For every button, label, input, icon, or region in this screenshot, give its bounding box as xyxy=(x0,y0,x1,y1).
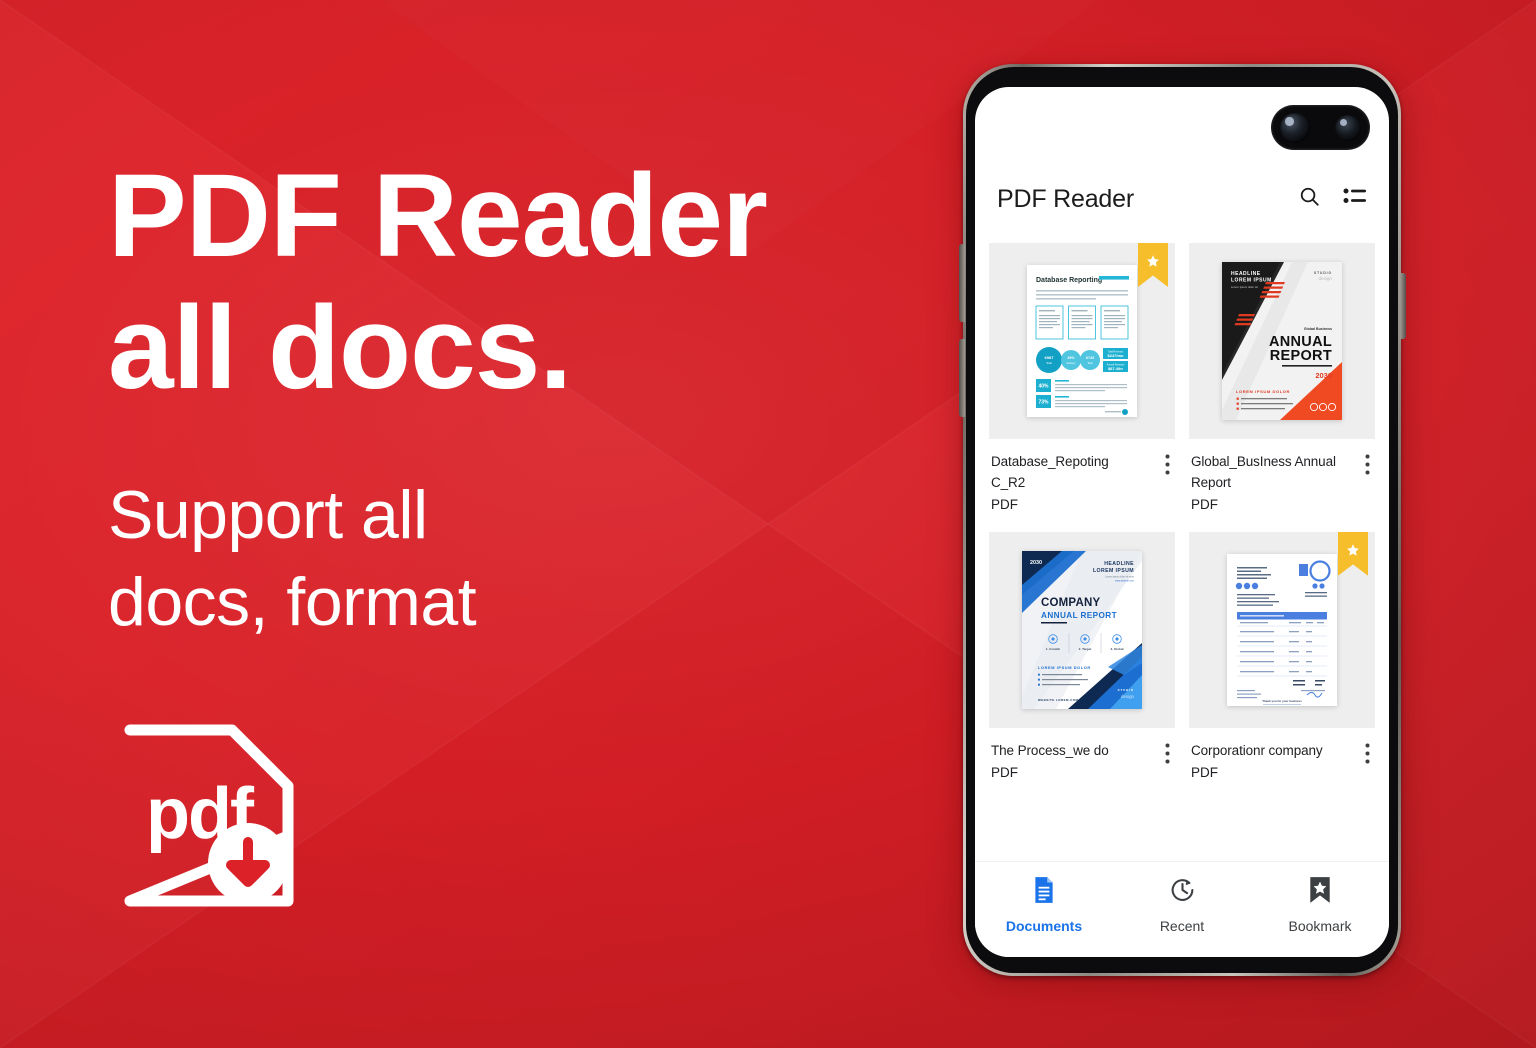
svg-text:LOREM IPSUM: LOREM IPSUM xyxy=(1093,568,1134,574)
dual-camera-punch-hole-icon xyxy=(1271,105,1370,150)
kebab-menu-icon[interactable] xyxy=(1162,452,1173,482)
svg-text:$87.4/hr: $87.4/hr xyxy=(1108,366,1124,371)
document-card[interactable]: HEADLINE LOREM IPSUM Lorem ipsum dolor s… xyxy=(1189,243,1375,516)
svg-text:6743: 6743 xyxy=(1086,356,1094,360)
page-title: PDF Reader all docs. xyxy=(108,150,768,415)
document-card[interactable]: Database Reporting 6987 Total 39% Delive… xyxy=(989,243,1175,516)
volume-up-button[interactable] xyxy=(959,244,965,322)
svg-text:Delivery: Delivery xyxy=(1067,362,1076,365)
clock-icon xyxy=(1169,876,1196,909)
document-type: PDF xyxy=(1191,496,1218,512)
svg-text:www.website.com: www.website.com xyxy=(1115,579,1134,582)
list-view-icon[interactable] xyxy=(1343,187,1367,212)
hero-section: PDF Reader all docs. Support all docs, f… xyxy=(108,150,868,645)
phone-screen: PDF Reader Database Reporting 6987 Total… xyxy=(975,87,1389,957)
document-thumbnail[interactable]: Thank you for your business xyxy=(1189,531,1375,728)
document-thumbnail[interactable]: HEADLINE LOREM IPSUM Lorem ipsum dolor s… xyxy=(1189,243,1375,439)
document-name: Global_BusIness Annual Report xyxy=(1191,454,1336,490)
kebab-menu-icon[interactable] xyxy=(1362,741,1373,771)
bookmark-star-icon xyxy=(1309,876,1331,909)
document-thumbnail[interactable]: Database Reporting 6987 Total 39% Delive… xyxy=(989,243,1175,439)
bottom-navigation: Documents Recent Bookmark xyxy=(975,861,1389,957)
svg-text:73%: 73% xyxy=(1038,400,1049,406)
phone-mockup: PDF Reader Database Reporting 6987 Total… xyxy=(955,58,1410,983)
bookmark-ribbon[interactable] xyxy=(1338,531,1368,576)
svg-text:WEBSITE LOREM.COM: WEBSITE LOREM.COM xyxy=(1038,698,1079,702)
svg-text:Database Reporting: Database Reporting xyxy=(1036,277,1102,284)
svg-text:ANNUAL REPORT: ANNUAL REPORT xyxy=(1041,611,1117,620)
svg-text:design: design xyxy=(1121,694,1134,699)
svg-text:40%: 40% xyxy=(1038,384,1049,390)
svg-text:Thank you for your business: Thank you for your business xyxy=(1262,699,1302,703)
svg-text:REPORT: REPORT xyxy=(1270,348,1332,364)
thumbnail-page: Thank you for your business xyxy=(1227,553,1337,706)
nav-label-recent: Recent xyxy=(1159,918,1205,934)
svg-text:design: design xyxy=(1318,276,1332,281)
document-grid: Database Reporting 6987 Total 39% Delive… xyxy=(975,243,1389,784)
svg-text:HEADLINE: HEADLINE xyxy=(1104,561,1134,567)
document-meta: The Process_we do PDF xyxy=(989,728,1175,784)
svg-text:2030: 2030 xyxy=(1315,371,1332,380)
svg-text:2. Target: 2. Target xyxy=(1079,647,1092,651)
svg-text:COMPANY: COMPANY xyxy=(1041,597,1100,609)
kebab-menu-icon[interactable] xyxy=(1362,452,1373,482)
document-icon xyxy=(1031,876,1057,909)
thumbnail-page: HEADLINE LOREM IPSUM Lorem ipsum dolor s… xyxy=(1222,262,1342,420)
svg-text:Total: Total xyxy=(1046,361,1052,365)
nav-label-bookmark: Bookmark xyxy=(1288,918,1352,934)
document-type: PDF xyxy=(991,764,1018,780)
svg-text:$247/mo: $247/mo xyxy=(1107,353,1124,358)
document-type: PDF xyxy=(1191,764,1218,780)
svg-text:STUDIO: STUDIO xyxy=(1314,271,1332,275)
svg-text:LOREM IPSUM DOLOR: LOREM IPSUM DOLOR xyxy=(1038,665,1091,670)
hero-subtitle: Support all docs, format xyxy=(108,477,477,640)
svg-text:LOREM IPSUM: LOREM IPSUM xyxy=(1231,278,1272,284)
svg-text:6987: 6987 xyxy=(1045,355,1055,360)
document-name: The Process_we do xyxy=(991,742,1109,758)
document-meta: Database_Repoting C_R2 PDF xyxy=(989,439,1175,516)
svg-text:LOREM IPSUM DOLOR: LOREM IPSUM DOLOR xyxy=(1236,389,1290,394)
document-thumbnail[interactable]: 2030 HEADLINE LOREM IPSUM Lorem ipsum do… xyxy=(989,531,1175,728)
camera-lens-primary xyxy=(1280,112,1310,143)
annual-report-red-black-cover: HEADLINE LOREM IPSUM Lorem ipsum dolor s… xyxy=(1222,262,1342,420)
pdf-document-download-icon: pdf xyxy=(120,718,300,913)
svg-text:3. Global: 3. Global xyxy=(1110,647,1123,651)
svg-text:Total: Total xyxy=(1087,362,1093,365)
nav-item-documents[interactable]: Documents xyxy=(975,876,1113,957)
power-button[interactable] xyxy=(1400,273,1406,339)
app-title: PDF Reader xyxy=(997,184,1134,213)
svg-text:Global Business: Global Business xyxy=(1304,327,1332,331)
document-card[interactable]: 2030 HEADLINE LOREM IPSUM Lorem ipsum do… xyxy=(989,531,1175,784)
document-meta: Corporationr company PDF xyxy=(1189,728,1375,784)
document-name: Corporationr company xyxy=(1191,742,1323,758)
svg-text:Lorem ipsum dolor sit amet: Lorem ipsum dolor sit amet xyxy=(1105,575,1134,578)
svg-text:HEADLINE: HEADLINE xyxy=(1231,271,1261,277)
svg-text:1. Growth: 1. Growth xyxy=(1046,647,1060,651)
document-meta: Global_BusIness Annual Report PDF xyxy=(1189,439,1375,516)
document-card[interactable]: Thank you for your business Corporationr… xyxy=(1189,531,1375,784)
camera-lens-secondary xyxy=(1335,114,1361,141)
bookmark-ribbon[interactable] xyxy=(1138,243,1168,287)
app-bar: PDF Reader xyxy=(975,169,1389,229)
thumbnail-page: Database Reporting 6987 Total 39% Delive… xyxy=(1027,265,1137,417)
thumbnail-page: 2030 HEADLINE LOREM IPSUM Lorem ipsum do… xyxy=(1022,550,1142,709)
svg-text:2030: 2030 xyxy=(1030,560,1042,566)
document-type: PDF xyxy=(991,496,1018,512)
volume-down-button[interactable] xyxy=(959,339,965,417)
document-name: Database_Repoting C_R2 xyxy=(991,454,1109,490)
database-reporting-infographic: Database Reporting 6987 Total 39% Delive… xyxy=(1027,265,1137,417)
svg-text:39%: 39% xyxy=(1067,356,1075,360)
nav-label-documents: Documents xyxy=(1005,918,1083,934)
svg-text:STUDIO: STUDIO xyxy=(1118,688,1134,692)
kebab-menu-icon[interactable] xyxy=(1162,741,1173,771)
search-icon[interactable] xyxy=(1298,185,1321,213)
company-annual-report-blue-cover: 2030 HEADLINE LOREM IPSUM Lorem ipsum do… xyxy=(1022,550,1142,709)
invoice-blue-template: Thank you for your business xyxy=(1227,553,1337,706)
svg-text:Lorem ipsum dolor sit: Lorem ipsum dolor sit xyxy=(1231,285,1258,289)
nav-item-recent[interactable]: Recent xyxy=(1113,876,1251,957)
nav-item-bookmark[interactable]: Bookmark xyxy=(1251,876,1389,957)
